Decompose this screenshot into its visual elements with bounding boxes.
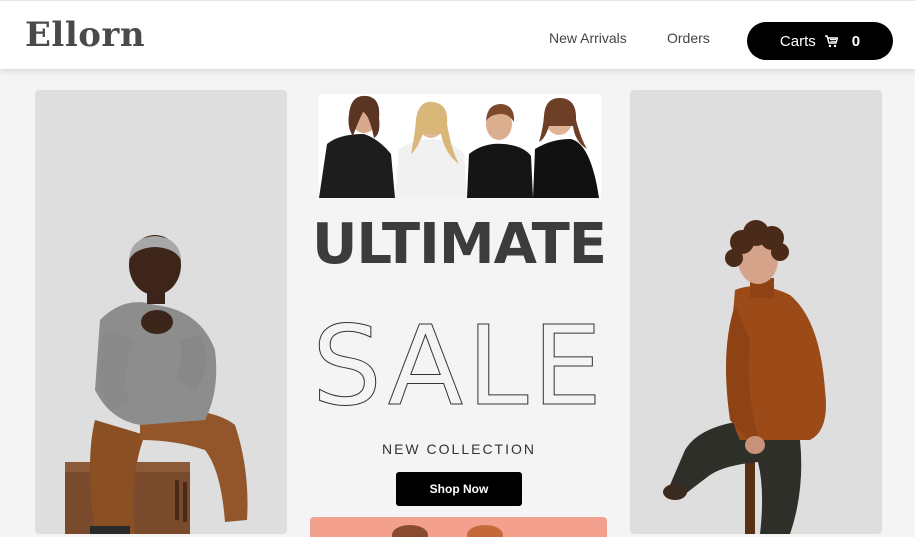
cart-label: Carts xyxy=(779,32,816,50)
nav-new-arrivals[interactable]: New Arrivals xyxy=(549,30,627,46)
seated-man-illustration xyxy=(65,235,248,534)
group-photo xyxy=(319,94,601,198)
sale-outline-text: SALE xyxy=(315,312,603,412)
left-model-panel[interactable] xyxy=(35,90,287,534)
sale-word: SALE xyxy=(315,312,603,412)
man-on-stool-illustration xyxy=(663,220,826,534)
right-model-panel[interactable] xyxy=(630,90,882,534)
cart-icon xyxy=(824,34,838,48)
nav-orders[interactable]: Orders xyxy=(667,30,710,46)
cart-button[interactable]: Carts 0 xyxy=(747,22,893,60)
sale-headline: ULTIMATE xyxy=(311,212,607,277)
top-navbar: Ellorn New Arrivals Orders Carts 0 xyxy=(0,0,915,69)
shop-now-button[interactable]: Shop Now xyxy=(396,472,522,506)
collection-subheading: NEW COLLECTION xyxy=(381,441,536,457)
brand-logo[interactable]: Ellorn xyxy=(25,15,145,55)
sale-hero: ULTIMATE SALE NEW COLLECTION Shop Now xyxy=(305,90,613,537)
promo-banner-strip[interactable] xyxy=(310,517,607,537)
cart-count: 0 xyxy=(851,32,861,50)
promo-banner-image xyxy=(392,525,503,537)
